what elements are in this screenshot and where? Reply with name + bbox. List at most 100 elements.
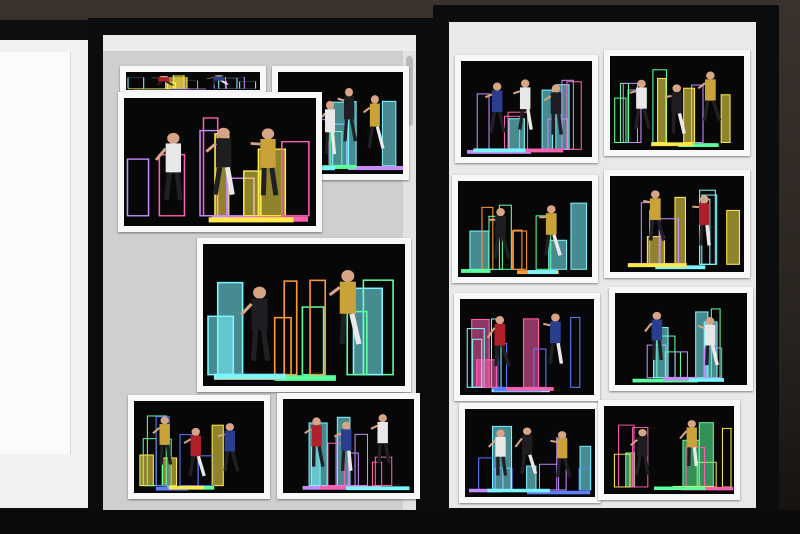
photo-thumbnail — [124, 98, 316, 226]
neon-skyline-photo — [627, 189, 740, 270]
neon-building — [674, 196, 686, 265]
neon-building — [511, 230, 528, 270]
photo-thumbnail — [203, 244, 405, 386]
neon-platform — [213, 373, 286, 380]
photo-thumbnail — [615, 293, 747, 385]
photo-thumbnail — [461, 61, 592, 157]
neon-skyline-photo — [126, 117, 310, 223]
neon-skyline-photo — [461, 202, 588, 275]
neon-building — [476, 359, 497, 388]
neon-platform — [346, 486, 410, 491]
model-figure — [664, 84, 686, 134]
neon-building — [469, 230, 490, 270]
neon-building — [127, 77, 145, 89]
neon-platform — [487, 488, 550, 493]
model-figure — [240, 286, 271, 362]
neon-building — [139, 454, 154, 487]
model-figure — [692, 195, 711, 246]
neon-skyline-photo — [632, 308, 725, 383]
photo-thumbnail — [283, 399, 414, 493]
model-figure — [205, 75, 230, 85]
model-figure — [550, 431, 572, 478]
neon-platform — [331, 164, 357, 169]
photo-thumbnail — [604, 406, 734, 494]
model-figure — [488, 208, 511, 259]
neon-building — [570, 202, 588, 270]
neon-platform — [527, 270, 558, 274]
neon-skyline-photo — [139, 415, 240, 491]
neon-platform — [168, 88, 207, 90]
neon-building — [381, 100, 397, 167]
photo-card[interactable] — [609, 287, 753, 391]
photo-thumbnail — [134, 401, 264, 493]
photo-thumbnail — [610, 176, 744, 272]
neon-building — [538, 463, 560, 491]
neon-platform — [651, 142, 693, 147]
photo-thumbnail — [126, 72, 260, 90]
neon-skyline-photo — [614, 69, 731, 147]
photo-card[interactable] — [197, 238, 411, 392]
neon-platform — [128, 88, 171, 90]
neon-skyline-photo — [127, 75, 257, 90]
photo-card[interactable] — [452, 175, 598, 283]
model-figure — [328, 269, 362, 345]
neon-platform — [627, 263, 687, 268]
left-document-page — [0, 52, 70, 454]
photo-card[interactable] — [598, 400, 740, 500]
office-scene — [0, 0, 800, 534]
model-figure — [514, 427, 538, 474]
model-figure — [363, 95, 385, 149]
neon-platform — [654, 486, 706, 491]
neon-building — [243, 170, 262, 217]
photo-card[interactable] — [455, 55, 598, 163]
neon-building — [619, 82, 630, 143]
neon-platform — [208, 217, 294, 223]
model-figure — [484, 82, 506, 134]
photo-thumbnail — [460, 299, 594, 395]
neon-building — [698, 422, 714, 488]
neon-platform — [688, 378, 725, 382]
model-figure — [697, 71, 722, 122]
photo-card[interactable] — [118, 92, 322, 232]
neon-building — [721, 427, 732, 488]
neon-building — [224, 77, 245, 89]
neon-building — [522, 318, 540, 388]
neon-building — [301, 306, 325, 376]
model-figure — [629, 79, 651, 130]
desk-edge — [0, 510, 800, 534]
neon-platform — [461, 269, 491, 273]
neon-platform — [473, 148, 526, 153]
neon-building — [657, 77, 667, 143]
neon-building — [273, 316, 292, 376]
neon-building — [570, 316, 581, 388]
neon-building — [683, 87, 696, 143]
photo-thumbnail — [610, 56, 744, 150]
photo-card[interactable] — [128, 395, 270, 499]
photo-card[interactable] — [277, 393, 420, 499]
neon-building — [476, 93, 490, 150]
neon-building — [371, 461, 383, 486]
neon-building — [216, 281, 244, 376]
model-figure — [370, 414, 391, 464]
neon-skyline-photo — [466, 313, 581, 393]
neon-platform — [506, 387, 554, 391]
neon-skyline-photo — [467, 79, 582, 154]
neon-building — [512, 229, 523, 270]
photo-card[interactable] — [454, 293, 600, 401]
neon-building — [126, 158, 150, 217]
neon-building — [354, 433, 369, 486]
neon-skyline-photo — [469, 425, 592, 495]
photo-card[interactable] — [459, 403, 601, 503]
neon-building — [478, 457, 495, 491]
neon-platform — [168, 485, 204, 490]
photo-thumbnail — [465, 409, 595, 497]
neon-skyline-photo — [302, 414, 410, 491]
model-figure — [643, 190, 666, 241]
neon-skyline-photo — [207, 269, 394, 381]
neon-building — [239, 81, 257, 89]
photo-card[interactable] — [604, 170, 750, 278]
photo-card[interactable] — [604, 50, 750, 156]
middle-window-titlebar[interactable] — [103, 35, 416, 52]
photo-thumbnail — [458, 181, 592, 277]
neon-building — [726, 209, 740, 265]
